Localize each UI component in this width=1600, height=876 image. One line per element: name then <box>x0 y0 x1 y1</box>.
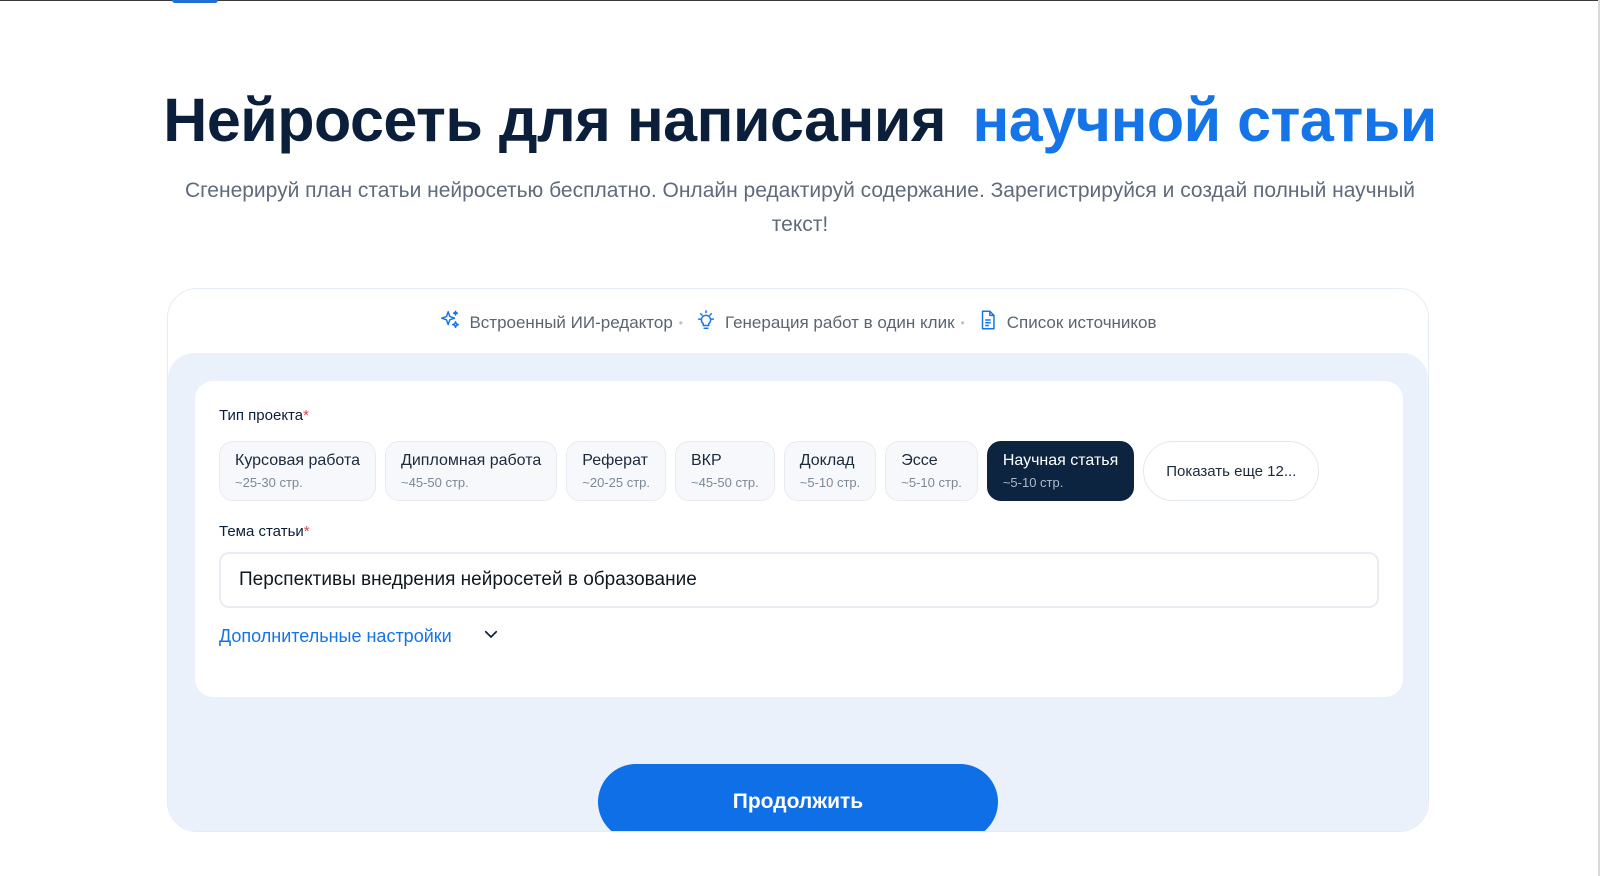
project-type-diploma[interactable]: Дипломная работа ~45-50 стр. <box>385 441 558 501</box>
topic-label: Тема статьи* <box>219 523 310 540</box>
form-panel: Тип проекта* Курсовая работа ~25-30 стр.… <box>195 381 1403 697</box>
required-mark: * <box>303 407 309 424</box>
topic-input[interactable] <box>219 552 1379 608</box>
project-type-coursework[interactable]: Курсовая работа ~25-30 стр. <box>219 441 376 501</box>
feature-label: Встроенный ИИ-редактор <box>469 312 673 332</box>
chip-name: Научная статья <box>1002 452 1119 469</box>
page-title-main: Нейросеть для написания <box>163 86 946 154</box>
project-type-options: Курсовая работа ~25-30 стр. Дипломная ра… <box>219 441 1320 501</box>
project-type-vkr[interactable]: ВКР ~45-50 стр. <box>675 441 775 501</box>
chip-name: Доклад <box>799 452 855 469</box>
project-type-abstract[interactable]: Реферат ~20-25 стр. <box>566 441 666 501</box>
lightbulb-icon <box>695 309 717 336</box>
project-type-scientific-article[interactable]: Научная статья ~5-10 стр. <box>986 441 1135 501</box>
page-title: Нейросеть для написания научной статьи <box>0 80 1600 160</box>
chip-pages: ~25-30 стр. <box>235 475 303 490</box>
feature-list: Встроенный ИИ-редактор • Генерация работ… <box>168 309 1428 336</box>
page-title-accent: научной статьи <box>972 86 1437 154</box>
chip-name: ВКР <box>691 452 722 469</box>
page-subtitle: Сгенерируй план статьи нейросетью беспла… <box>184 179 1416 236</box>
chip-name: Дипломная работа <box>401 452 542 469</box>
chip-pages: ~5-10 стр. <box>1002 475 1064 490</box>
separator-dot: • <box>960 315 965 330</box>
sparkles-icon <box>439 309 461 336</box>
chip-name: Реферат <box>582 452 648 469</box>
chip-pages: ~5-10 стр. <box>901 475 962 490</box>
advanced-settings-toggle[interactable]: Дополнительные настройки <box>219 625 500 648</box>
required-mark: * <box>303 523 310 540</box>
show-more-button[interactable]: Показать еще 12... <box>1143 441 1320 501</box>
feature-ai-editor: Встроенный ИИ-редактор <box>439 309 673 336</box>
chevron-down-icon <box>482 625 500 648</box>
top-border <box>0 0 1600 1</box>
continue-button[interactable]: Продолжить <box>598 764 998 831</box>
advanced-settings-label: Дополнительные настройки <box>219 626 452 646</box>
chip-pages: ~45-50 стр. <box>691 475 759 490</box>
feature-one-click: Генерация работ в один клик <box>695 309 955 336</box>
nav-active-indicator <box>172 0 218 3</box>
chip-pages: ~20-25 стр. <box>582 475 650 490</box>
show-more-label: Показать еще 12... <box>1166 462 1297 480</box>
separator-dot: • <box>678 315 683 330</box>
project-type-report[interactable]: Доклад ~5-10 стр. <box>783 441 877 501</box>
project-type-label: Тип проекта* <box>219 407 309 424</box>
document-icon <box>977 309 999 336</box>
feature-label: Список источников <box>1006 312 1157 332</box>
project-type-essay[interactable]: Эссе ~5-10 стр. <box>885 441 978 501</box>
chip-pages: ~45-50 стр. <box>401 475 469 490</box>
feature-sources: Список источников <box>977 309 1157 336</box>
topic-label-text: Тема статьи <box>219 523 304 540</box>
chip-name: Эссе <box>901 452 938 469</box>
project-type-label-text: Тип проекта <box>219 407 304 424</box>
generator-card: Встроенный ИИ-редактор • Генерация работ… <box>167 288 1429 832</box>
form-area: Тип проекта* Курсовая работа ~25-30 стр.… <box>168 353 1428 831</box>
chip-name: Курсовая работа <box>235 452 360 469</box>
feature-label: Генерация работ в один клик <box>725 312 955 332</box>
chip-pages: ~5-10 стр. <box>799 475 861 490</box>
